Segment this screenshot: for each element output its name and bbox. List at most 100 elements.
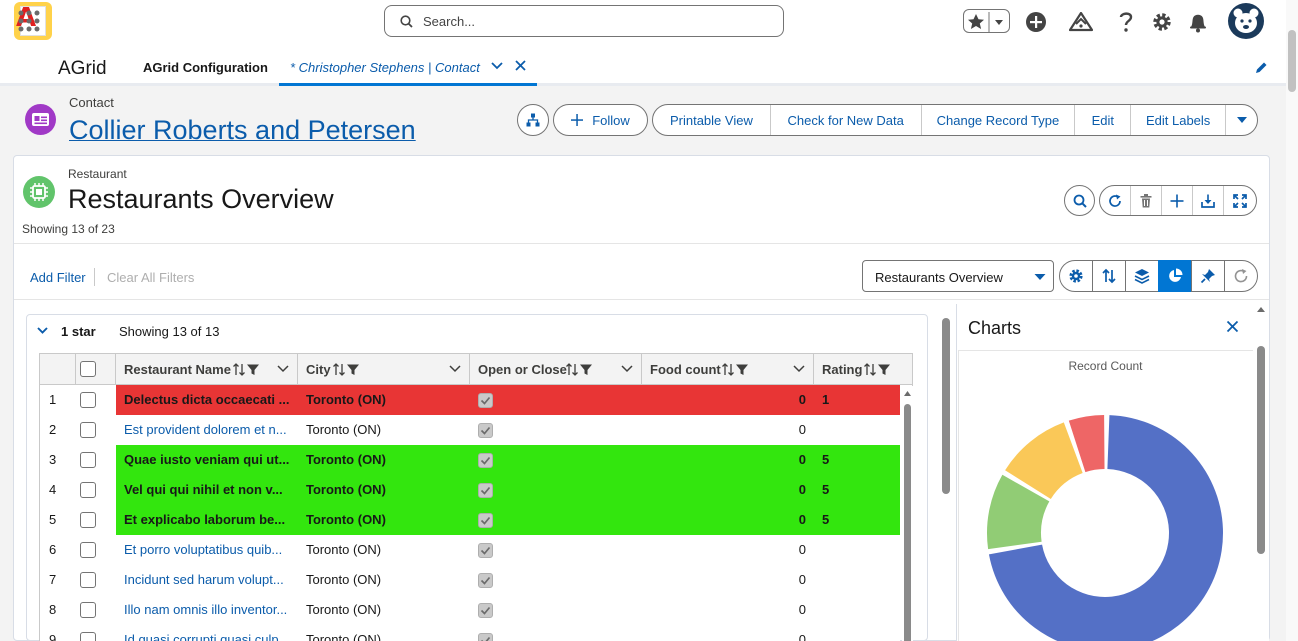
setup-gear-icon[interactable] <box>1149 9 1175 35</box>
grid-search-button[interactable] <box>1064 185 1095 216</box>
tab-close-icon[interactable] <box>515 60 526 71</box>
table-row[interactable]: 2 Est provident dolorem et n... Toronto (O… <box>40 415 900 445</box>
column-header-city[interactable]: City <box>298 354 470 384</box>
column-header-restaurant-name[interactable]: Restaurant Name <box>116 354 298 384</box>
more-actions-button[interactable] <box>1226 105 1257 135</box>
row-checkbox[interactable] <box>80 482 96 498</box>
sort-filter-icon[interactable] <box>566 363 596 376</box>
change-record-type-button[interactable]: Change Record Type <box>922 105 1076 135</box>
add-row-icon[interactable] <box>1162 186 1193 215</box>
row-checkbox[interactable] <box>80 632 96 641</box>
restaurant-name-link[interactable]: Quae iusto veniam qui ut... <box>124 445 294 475</box>
table-row[interactable]: 5 Et explicabo laborum be... Toronto (ON) 0… <box>40 505 900 535</box>
table-row[interactable]: 4 Vel qui qui nihil et non v... Toronto (O… <box>40 475 900 505</box>
page-scrollbar[interactable] <box>1286 0 1298 641</box>
row-checkbox[interactable] <box>80 572 96 588</box>
printable-view-button[interactable]: Printable View <box>653 105 771 135</box>
app-launcher-icon[interactable] <box>18 10 40 32</box>
donut-chart[interactable] <box>958 380 1253 641</box>
column-header-rating[interactable]: Rating <box>814 354 912 384</box>
food-count-cell: 0 <box>798 602 806 617</box>
global-search-input[interactable]: Search... <box>384 5 784 37</box>
sort-filter-icon[interactable] <box>864 363 894 376</box>
restaurant-name-link[interactable]: Et explicabo laborum be... <box>124 505 294 535</box>
view-hierarchy-button[interactable] <box>517 104 549 136</box>
edit-nav-pencil-icon[interactable] <box>1254 61 1268 75</box>
pin-icon[interactable] <box>1191 260 1225 292</box>
row-checkbox[interactable] <box>80 452 96 468</box>
tab-contact-record[interactable]: * Christopher Stephens | Contact <box>279 46 537 86</box>
group-collapse-chevron-icon[interactable] <box>37 325 48 336</box>
add-filter-link[interactable]: Add Filter <box>30 270 86 285</box>
restaurant-name-link[interactable]: Vel qui qui nihil et non v... <box>124 475 294 505</box>
tab-contact-label: * Christopher Stephens | Contact <box>290 60 480 75</box>
edit-button[interactable]: Edit <box>1075 105 1132 135</box>
row-select-cell <box>76 445 116 475</box>
layers-icon[interactable] <box>1125 260 1159 292</box>
help-icon[interactable] <box>1113 9 1139 35</box>
table-row[interactable]: 7 Incidunt sed harum volupt... Toronto (ON… <box>40 565 900 595</box>
restaurant-name-link[interactable]: Incidunt sed harum volupt... <box>124 565 294 595</box>
tab-chevron-down-icon[interactable] <box>491 61 503 71</box>
restaurant-name-link[interactable]: Et porro voluptatibus quib... <box>124 535 294 565</box>
favorites-button-group[interactable] <box>963 9 1010 33</box>
sort-filter-icon[interactable] <box>333 363 363 376</box>
refresh-icon[interactable] <box>1100 186 1131 215</box>
row-checkbox[interactable] <box>80 602 96 618</box>
chart-scroll-up-icon[interactable] <box>1256 305 1266 313</box>
city-cell: Toronto (ON) <box>306 512 386 527</box>
table-row[interactable]: 1 Delectus dicta occaecati ... Toronto (ON… <box>40 385 900 415</box>
grid-vertical-scrollbar[interactable] <box>902 386 913 641</box>
row-checkbox[interactable] <box>80 512 96 528</box>
table-row[interactable]: 9 Id quasi corrupti quasi culp... Toronto … <box>40 625 900 641</box>
reset-icon[interactable] <box>1224 260 1258 292</box>
chevron-down-icon[interactable] <box>793 365 805 373</box>
tab-agrid-configuration[interactable]: AGrid Configuration <box>143 60 268 75</box>
trailhead-icon[interactable] <box>1068 9 1094 35</box>
rating-cell <box>822 565 882 595</box>
user-avatar[interactable] <box>1228 3 1264 39</box>
chevron-down-icon[interactable] <box>277 365 289 373</box>
row-checkbox[interactable] <box>80 392 96 408</box>
row-checkbox[interactable] <box>80 542 96 558</box>
city-cell: Toronto (ON) <box>306 542 382 557</box>
star-icon[interactable] <box>964 10 1011 34</box>
download-icon[interactable] <box>1193 186 1224 215</box>
close-charts-icon[interactable] <box>1226 320 1239 333</box>
pie-chart-icon[interactable] <box>1158 260 1192 292</box>
restaurant-name-link[interactable]: Est provident dolorem et n... <box>124 415 294 445</box>
row-checkbox[interactable] <box>80 422 96 438</box>
global-create-icon[interactable] <box>1023 9 1049 35</box>
chevron-down-icon[interactable] <box>621 365 633 373</box>
table-row[interactable]: 6 Et porro voluptatibus quib... Toronto (O… <box>40 535 900 565</box>
record-name-link[interactable]: Collier Roberts and Petersen <box>69 115 416 146</box>
open-or-close-cell <box>478 415 508 445</box>
restaurant-name-link[interactable]: Delectus dicta occaecati ... <box>124 385 294 415</box>
plus-icon <box>571 114 584 126</box>
view-select[interactable]: Restaurants Overview <box>862 260 1054 292</box>
food-count-cell: 0 <box>798 392 806 407</box>
chevron-down-icon[interactable] <box>449 365 461 373</box>
select-all-checkbox[interactable] <box>80 361 96 377</box>
sort-filter-icon[interactable] <box>722 363 752 376</box>
table-row[interactable]: 3 Quae iusto veniam qui ut... Toronto (ON)… <box>40 445 900 475</box>
column-header-open-or-close[interactable]: Open or Close <box>470 354 642 384</box>
charts-panel-scrollbar[interactable] <box>1257 346 1265 554</box>
delete-icon[interactable] <box>1131 186 1162 215</box>
table-row[interactable]: 8 Illo nam omnis illo inventor... Toronto … <box>40 595 900 625</box>
grid-panel-scrollbar[interactable] <box>942 318 950 494</box>
sort-filter-icon[interactable] <box>233 363 263 376</box>
follow-button[interactable]: Follow <box>553 104 648 136</box>
restaurant-name-link[interactable]: Illo nam omnis illo inventor... <box>124 595 294 625</box>
expand-icon[interactable] <box>1224 186 1255 215</box>
restaurant-name-link[interactable]: Id quasi corrupti quasi culp... <box>124 625 294 641</box>
column-header-food-count[interactable]: Food count <box>642 354 814 384</box>
row-select-cell <box>76 625 116 641</box>
edit-labels-button[interactable]: Edit Labels <box>1131 105 1227 135</box>
notifications-bell-icon[interactable] <box>1185 9 1211 35</box>
settings-gear-icon[interactable] <box>1059 260 1093 292</box>
check-new-data-button[interactable]: Check for New Data <box>771 105 922 135</box>
row-number: 8 <box>40 595 76 625</box>
clear-all-filters-link[interactable]: Clear All Filters <box>107 270 194 285</box>
sort-icon[interactable] <box>1092 260 1126 292</box>
